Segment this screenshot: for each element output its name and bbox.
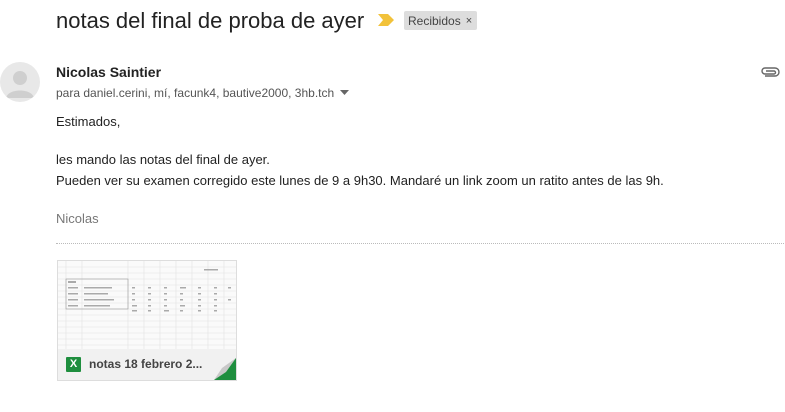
subject-heading: notas del final de proba de ayer (56, 8, 365, 33)
recipients-line: para daniel.cerini, mí, facunk4, bautive… (56, 86, 350, 100)
default-avatar-icon (6, 71, 34, 98)
importance-marker-icon[interactable] (378, 14, 394, 26)
body-line-2: Pueden ver su examen corregido este lune… (56, 173, 664, 188)
sender-name[interactable]: Nicolas Saintier (56, 64, 161, 80)
attachment-filename: notas 18 febrero 2... (89, 357, 203, 371)
excel-corner-fold-icon (214, 358, 236, 380)
body-line-1: les mando las notas del final de ayer. (56, 152, 270, 167)
signature: Nicolas (56, 211, 99, 226)
body-greeting: Estimados, (56, 114, 121, 129)
label-chip-recibidos: Recibidos × (404, 11, 478, 30)
show-details-caret-icon[interactable] (340, 90, 350, 96)
recipients-text: para daniel.cerini, mí, facunk4, bautive… (56, 86, 335, 100)
attachments-divider (56, 243, 784, 244)
label-chip-text: Recibidos (408, 13, 461, 28)
attachment-card[interactable]: X notas 18 febrero 2... (57, 260, 237, 381)
remove-label-button[interactable]: × (466, 15, 472, 27)
excel-icon: X (66, 357, 81, 372)
spreadsheet-preview-thumbnail (58, 261, 236, 349)
attachment-paperclip-icon (761, 67, 780, 77)
sender-avatar[interactable] (0, 62, 40, 102)
